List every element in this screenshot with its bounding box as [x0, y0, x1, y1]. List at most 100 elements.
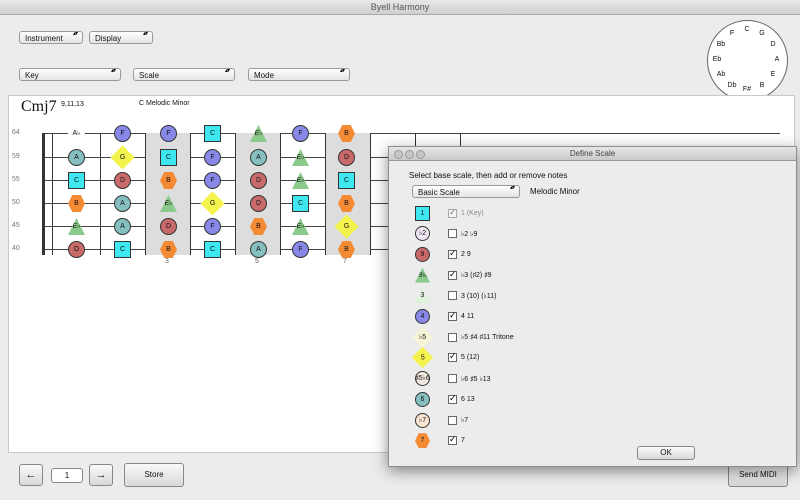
- note-name: C: [209, 246, 216, 253]
- circle-note[interactable]: G: [756, 30, 768, 37]
- next-button[interactable]: →: [89, 464, 113, 486]
- note-marker[interactable]: C: [338, 172, 355, 189]
- note-marker[interactable]: F: [204, 218, 221, 235]
- degree-checkbox[interactable]: [448, 332, 457, 342]
- circle-note[interactable]: Bb: [715, 41, 727, 48]
- fret-number: 7: [343, 258, 347, 265]
- note-marker[interactable]: A: [250, 149, 267, 166]
- note-marker[interactable]: D: [250, 195, 267, 212]
- circle-note[interactable]: Ab: [715, 71, 727, 78]
- position-field[interactable]: 1: [51, 468, 83, 483]
- note-marker[interactable]: A: [68, 149, 85, 166]
- note-name: B: [166, 246, 171, 253]
- note-name: B: [74, 200, 79, 207]
- degree-checkbox[interactable]: [448, 291, 457, 301]
- degree-label: ♭6 ♯5 ♭13: [461, 375, 491, 383]
- note-marker[interactable]: D: [114, 172, 131, 189]
- note-name: G: [343, 222, 350, 230]
- note-name: C: [165, 154, 172, 161]
- note-marker[interactable]: D: [338, 149, 355, 166]
- degree-checkbox[interactable]: [448, 394, 457, 404]
- minimize-icon[interactable]: [405, 150, 414, 159]
- note-name: A: [120, 200, 125, 207]
- string-number: 59: [12, 153, 20, 160]
- instrument-dropdown[interactable]: Instrument: [19, 31, 83, 44]
- note-name: F: [120, 130, 125, 137]
- circle-note[interactable]: Eb: [711, 56, 723, 63]
- circle-note[interactable]: B: [756, 82, 768, 89]
- prev-button[interactable]: ←: [19, 464, 43, 486]
- note-name: E♭: [164, 200, 173, 207]
- circle-of-fifths[interactable]: C G D A E B F# Db Ab Eb Bb F: [707, 20, 788, 101]
- note-marker[interactable]: A: [250, 241, 267, 258]
- degree-checkbox[interactable]: [448, 353, 457, 363]
- mode-dropdown[interactable]: Mode: [248, 68, 350, 81]
- display-dropdown[interactable]: Display: [89, 31, 153, 44]
- note-marker[interactable]: A: [114, 195, 131, 212]
- circle-note[interactable]: F#: [741, 86, 753, 93]
- note-marker[interactable]: D: [250, 172, 267, 189]
- degree-checkbox[interactable]: [448, 208, 457, 218]
- note-marker[interactable]: F: [204, 149, 221, 166]
- circle-note[interactable]: Db: [726, 82, 738, 89]
- note-name: A: [256, 246, 261, 253]
- circle-note[interactable]: E: [767, 71, 779, 78]
- note-name: G: [119, 153, 126, 161]
- note-name: E♭: [296, 154, 305, 161]
- degree-symbol-text: 5: [420, 354, 425, 362]
- note-marker[interactable]: A: [114, 218, 131, 235]
- note-marker[interactable]: C: [204, 125, 221, 142]
- note-name: C: [209, 130, 216, 137]
- degree-checkbox[interactable]: [448, 249, 457, 259]
- note-name: A: [120, 223, 125, 230]
- note-marker[interactable]: C: [68, 172, 85, 189]
- note-marker[interactable]: F: [292, 241, 309, 258]
- degree-symbol-text: 7: [420, 437, 425, 445]
- note-marker[interactable]: D: [160, 218, 177, 235]
- degree-checkbox[interactable]: [448, 374, 457, 384]
- degree-checkbox[interactable]: [448, 312, 457, 321]
- note-name: E♭: [254, 130, 263, 137]
- degree-checkbox[interactable]: [448, 436, 457, 446]
- note-name: A: [256, 154, 261, 161]
- dialog-instruction: Select base scale, then add or remove no…: [409, 171, 568, 180]
- note-name: B: [344, 200, 349, 207]
- zoom-icon[interactable]: [416, 150, 425, 159]
- note-marker[interactable]: F: [160, 125, 177, 142]
- note-name: G: [209, 199, 216, 207]
- fret-line: [100, 133, 101, 255]
- circle-note[interactable]: F: [726, 30, 738, 37]
- note-marker[interactable]: F: [292, 125, 309, 142]
- note-name: D: [255, 177, 262, 184]
- circle-note[interactable]: A: [771, 56, 783, 63]
- ok-button[interactable]: OK: [637, 446, 695, 460]
- store-button[interactable]: Store: [124, 463, 184, 487]
- fret-line: [145, 133, 146, 255]
- circle-note[interactable]: D: [767, 41, 779, 48]
- circle-note[interactable]: C: [741, 26, 753, 33]
- note-marker[interactable]: C: [292, 195, 309, 212]
- arrow-left-icon: ←: [25, 469, 37, 481]
- degree-symbol-text: ♯9♭3: [415, 271, 430, 279]
- note-marker[interactable]: C: [114, 241, 131, 258]
- degree-label: 6 13: [461, 395, 475, 403]
- degree-checkbox[interactable]: [448, 229, 457, 239]
- note-marker[interactable]: D: [68, 241, 85, 258]
- note-marker[interactable]: C: [160, 149, 177, 166]
- note-marker[interactable]: C: [204, 241, 221, 258]
- close-icon[interactable]: [394, 150, 403, 159]
- fret-line: [52, 133, 53, 255]
- key-dropdown[interactable]: Key: [19, 68, 121, 81]
- degree-label: 1 (Key): [461, 209, 484, 217]
- degree-symbol-text: 1: [420, 209, 425, 217]
- scale-dropdown[interactable]: Scale: [133, 68, 235, 81]
- note-name: E♭: [72, 223, 81, 230]
- scale-degree-row: 1 1 (Key): [415, 203, 484, 223]
- fret-number: 3: [165, 258, 169, 265]
- note-marker[interactable]: F: [204, 172, 221, 189]
- base-scale-select[interactable]: Basic Scale: [412, 185, 520, 198]
- note-marker[interactable]: F: [114, 125, 131, 142]
- degree-checkbox[interactable]: [448, 270, 457, 280]
- string-number: 45: [12, 222, 20, 229]
- degree-checkbox[interactable]: [448, 415, 457, 425]
